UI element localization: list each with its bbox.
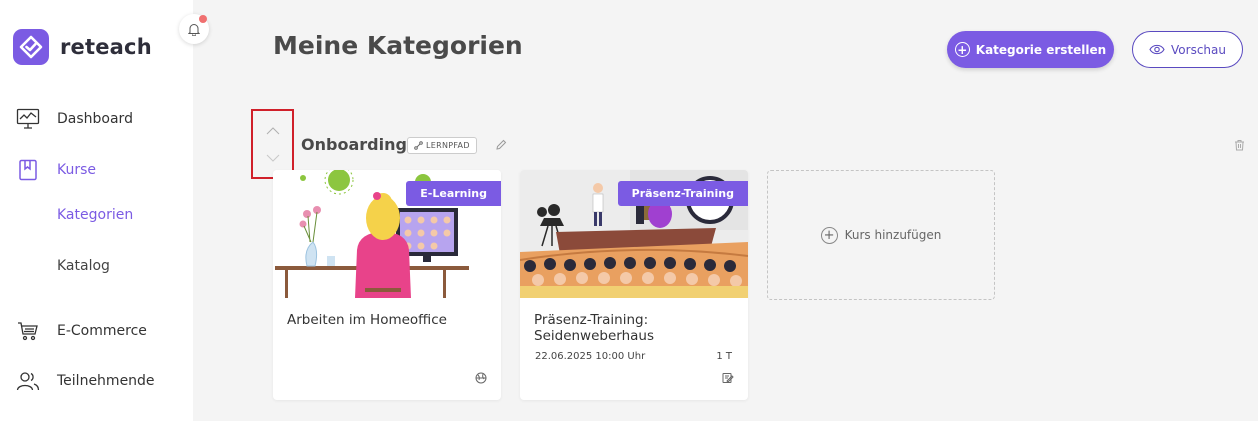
course-date: 22.06.2025 10:00 Uhr xyxy=(535,351,646,362)
course-type-tag: Präsenz-Training xyxy=(617,181,748,206)
sidebar-subitem-kategorien[interactable]: Kategorien xyxy=(57,207,133,223)
sidebar-subitem-katalog[interactable]: Katalog xyxy=(57,258,110,274)
reorder-controls xyxy=(251,109,294,179)
chevron-up-icon[interactable] xyxy=(266,127,280,135)
page-title: Meine Kategorien xyxy=(273,31,523,60)
course-length: 1 T xyxy=(716,351,732,362)
sidebar-item-label: Dashboard xyxy=(57,111,133,127)
cart-icon xyxy=(16,319,40,343)
preview-label: Vorschau xyxy=(1171,42,1226,57)
course-title: Arbeiten im Homeoffice xyxy=(287,312,447,328)
sidebar-item-label: Teilnehmende xyxy=(57,373,155,389)
course-thumbnail: Präsenz-Training xyxy=(520,170,748,298)
category-type-badge: LERNPFAD xyxy=(407,137,477,154)
sidebar-item-dashboard[interactable]: Dashboard xyxy=(16,107,133,131)
create-category-label: Kategorie erstellen xyxy=(975,42,1107,57)
brand-name: reteach xyxy=(60,35,152,59)
trash-icon[interactable] xyxy=(1234,139,1245,151)
logo-mark-icon xyxy=(13,29,49,65)
chevron-down-icon[interactable] xyxy=(266,154,280,162)
badge-label: LERNPFAD xyxy=(426,141,470,150)
plus-circle-icon: + xyxy=(954,42,970,57)
globe-icon xyxy=(475,372,487,384)
users-icon xyxy=(16,369,40,393)
sidebar-item-e-commerce[interactable]: E-Commerce xyxy=(16,319,147,343)
sidebar-item-label: E-Commerce xyxy=(57,323,147,339)
notifications-button[interactable] xyxy=(179,14,209,44)
bell-icon xyxy=(188,23,200,36)
course-thumbnail: E-Learning xyxy=(273,170,501,298)
logo[interactable]: reteach xyxy=(13,29,152,65)
sidebar-item-label: Kurse xyxy=(57,162,97,178)
add-course-label: Kurs hinzufügen xyxy=(844,228,942,242)
add-course-card[interactable]: + Kurs hinzufügen xyxy=(767,170,995,300)
dashboard-monitor-icon xyxy=(16,107,40,131)
plus-circle-icon: + xyxy=(820,226,838,244)
sidebar-item-kurse[interactable]: Kurse xyxy=(16,158,96,182)
sidebar-item-teilnehmende[interactable]: Teilnehmende xyxy=(16,369,155,393)
eye-icon xyxy=(1149,44,1165,55)
pencil-icon[interactable] xyxy=(495,139,507,151)
preview-button[interactable]: Vorschau xyxy=(1132,31,1243,68)
link-icon xyxy=(414,141,423,150)
notification-badge xyxy=(199,15,207,23)
course-type-tag: E-Learning xyxy=(406,181,501,206)
sidebar: reteach Dashboard Kurse Kategorien Katal… xyxy=(0,0,193,421)
book-icon xyxy=(16,158,40,182)
create-category-button[interactable]: + Kategorie erstellen xyxy=(947,31,1114,68)
category-title: Onboarding xyxy=(301,135,407,154)
edit-note-icon xyxy=(722,373,734,383)
course-card[interactable]: Präsenz-Training Präsenz-Training: Seide… xyxy=(520,170,748,400)
course-title: Präsenz-Training: Seidenweberhaus xyxy=(534,312,655,344)
course-card[interactable]: E-Learning Arbeiten im Homeoffice xyxy=(273,170,501,400)
